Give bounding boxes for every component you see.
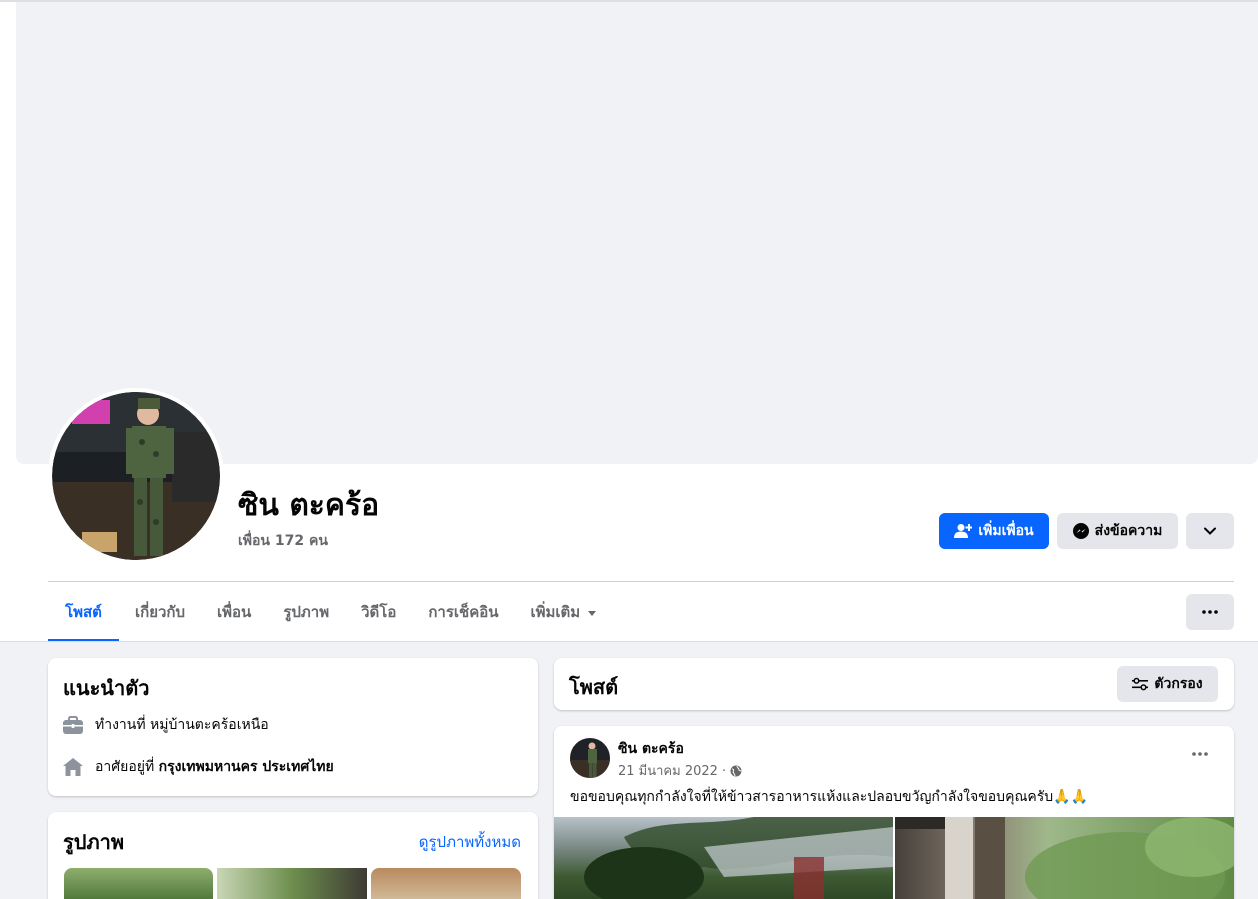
post-date[interactable]: 21 มีนาคม 2022 ·: [618, 760, 726, 781]
tab-friends-label: เพื่อน: [217, 603, 252, 621]
intro-work-row: ทำงานที่ หมู่บ้านตะคร้อเหนือ: [63, 714, 269, 736]
profile-picture-image: [52, 392, 220, 560]
more-icon: [1202, 610, 1218, 614]
globe-icon: [730, 765, 742, 776]
photo-thumbnail[interactable]: [64, 868, 213, 899]
caret-down-icon: [588, 610, 597, 616]
intro-lives-row: อาศัยอยู่ที่ กรุงเทพมหานคร ประเทศไทย: [63, 756, 334, 778]
intro-title: แนะนำตัว: [63, 676, 150, 700]
profile-header: ซิน ตะคร้อ เพื่อน 172 คน เพิ่มเพื่อน ส่ง…: [0, 0, 1258, 642]
tab-videos-label: วิดีโอ: [361, 603, 397, 621]
profile-name: ซิน ตะคร้อ: [238, 488, 380, 523]
header-bottom-border: [0, 641, 1258, 642]
tab-more[interactable]: เพิ่มเติม: [515, 582, 613, 642]
post-photo-image: [895, 817, 1234, 899]
profile-options-button[interactable]: [1186, 513, 1234, 549]
see-all-photos-link[interactable]: ดูรูปภาพทั้งหมด: [419, 830, 521, 854]
profile-picture[interactable]: [48, 388, 224, 564]
photo-thumbnail[interactable]: [371, 868, 521, 899]
intro-work-text: ทำงานที่ หมู่บ้านตะคร้อเหนือ: [95, 717, 269, 733]
message-label: ส่งข้อความ: [1094, 523, 1163, 539]
tab-videos[interactable]: วิดีโอ: [345, 582, 412, 642]
intro-lives-text: อาศัยอยู่ที่ กรุงเทพมหานคร ประเทศไทย: [95, 756, 334, 778]
add-friend-button[interactable]: เพิ่มเพื่อน: [939, 513, 1049, 549]
intro-card: แนะนำตัว ทำงานที่ หมู่บ้านตะคร้อเหนือ อา…: [48, 658, 538, 796]
post-author-avatar[interactable]: [570, 738, 610, 778]
filter-button[interactable]: ตัวกรอง: [1117, 666, 1218, 702]
tabs-more-button[interactable]: [1186, 594, 1234, 630]
posts-title: โพสต์: [569, 675, 619, 699]
post-text: ขอขอบคุณทุกกำลังใจที่ให้ข้าวสารอาหารแห้ง…: [570, 789, 1089, 805]
filter-icon: [1132, 677, 1149, 691]
photo-thumbnail[interactable]: [217, 868, 367, 899]
photos-card: รูปภาพ ดูรูปภาพทั้งหมด: [48, 812, 538, 899]
chevron-down-icon: [1204, 527, 1216, 535]
photos-title: รูปภาพ: [63, 830, 125, 854]
tab-posts[interactable]: โพสต์: [48, 582, 119, 642]
intro-lives-place[interactable]: กรุงเทพมหานคร ประเทศไทย: [159, 759, 334, 775]
intro-lives-prefix: อาศัยอยู่ที่: [95, 759, 159, 775]
tab-photos-label: รูปภาพ: [283, 603, 330, 621]
home-icon: [63, 758, 83, 776]
messenger-icon: [1072, 523, 1089, 539]
post-photo[interactable]: [895, 817, 1234, 899]
friends-count-link[interactable]: เพื่อน 172 คน: [238, 530, 328, 552]
posts-header-card: โพสต์ ตัวกรอง: [554, 658, 1234, 710]
post-options-button[interactable]: [1184, 738, 1216, 770]
filter-label: ตัวกรอง: [1154, 676, 1203, 692]
post-card: ซิน ตะคร้อ 21 มีนาคม 2022 · ขอขอบคุณทุกก…: [554, 726, 1234, 899]
tab-friends[interactable]: เพื่อน: [201, 582, 267, 642]
post-photo-image: [584, 817, 893, 899]
message-button[interactable]: ส่งข้อความ: [1057, 513, 1178, 549]
add-friend-label: เพิ่มเพื่อน: [978, 523, 1034, 539]
tab-photos[interactable]: รูปภาพ: [267, 582, 345, 642]
briefcase-icon: [63, 716, 83, 734]
tab-more-label: เพิ่มเติม: [530, 603, 581, 621]
add-friend-icon: [954, 524, 973, 538]
tab-about-label: เกี่ยวกับ: [135, 603, 186, 621]
more-icon: [1192, 752, 1208, 756]
tab-posts-label: โพสต์: [65, 603, 102, 621]
post-author-name[interactable]: ซิน ตะคร้อ: [618, 738, 684, 760]
post-meta: 21 มีนาคม 2022 ·: [618, 760, 742, 781]
tab-about[interactable]: เกี่ยวกับ: [119, 582, 201, 642]
tab-checkins[interactable]: การเช็คอิน: [412, 582, 514, 642]
cover-photo[interactable]: [16, 2, 1258, 464]
tab-checkins-label: การเช็คอิน: [428, 603, 499, 621]
post-photo[interactable]: [554, 817, 893, 899]
profile-tabs: โพสต์ เกี่ยวกับ เพื่อน รูปภาพ วิดีโอ การ…: [48, 582, 612, 642]
